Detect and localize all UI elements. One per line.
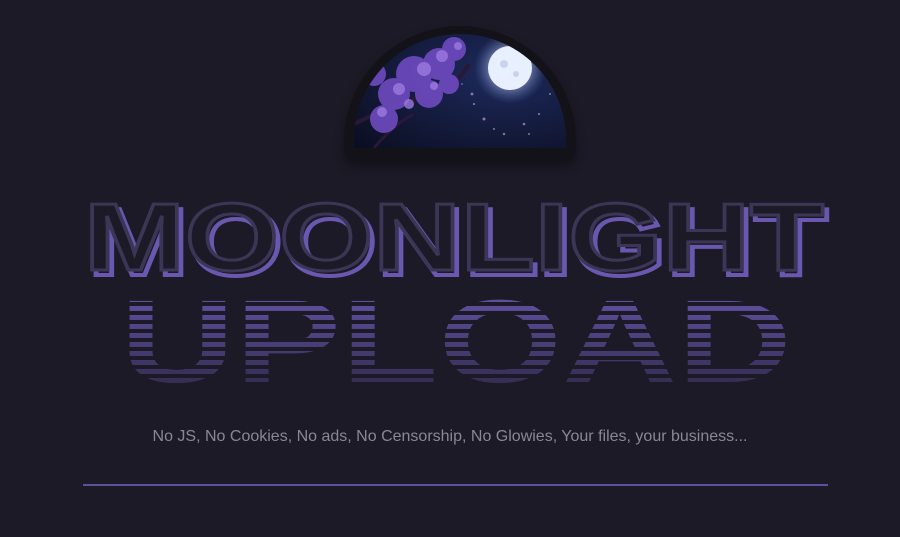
divider (83, 484, 828, 486)
title-line2: UPLOAD (120, 276, 792, 395)
page: MOONLIGHT MOONLIGHT UPLOAD No JS, No Coo… (0, 0, 900, 537)
tagline: No JS, No Cookies, No ads, No Censorship… (152, 428, 748, 445)
title-wordmark: MOONLIGHT MOONLIGHT UPLOAD (83, 183, 831, 396)
title-line1-front: MOONLIGHT (84, 184, 824, 291)
